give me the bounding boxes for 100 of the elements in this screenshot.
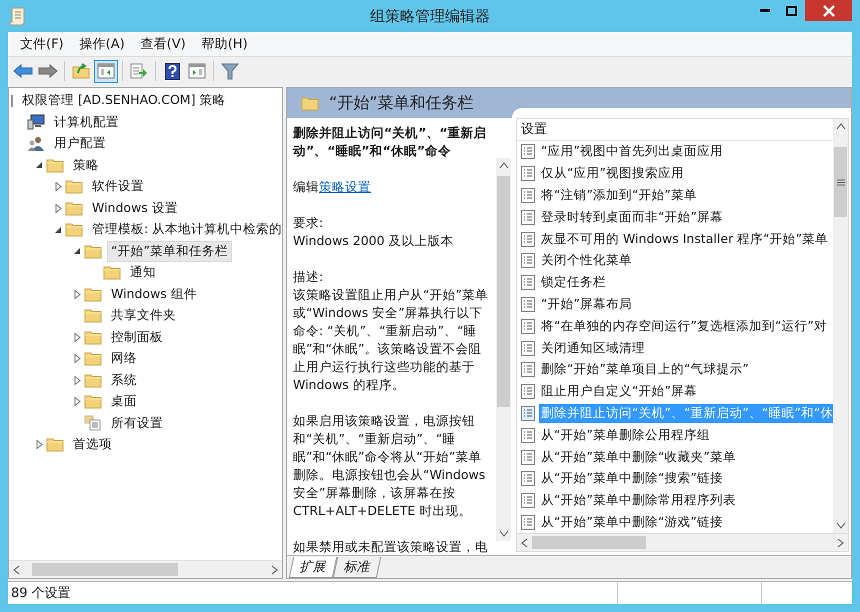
setting-item[interactable]: 从“开始”菜单中删除常用程序列表 xyxy=(539,491,738,510)
setting-icon xyxy=(521,188,535,203)
setting-item[interactable]: 将“在单独的内存空间运行”复选框添加到“运行”对 xyxy=(539,316,829,336)
column-header[interactable]: 设置 xyxy=(517,119,833,141)
tree-item[interactable]: Windows 设置 xyxy=(88,198,182,219)
folder-icon xyxy=(84,351,102,366)
vertical-scrollbar[interactable] xyxy=(496,158,511,541)
setting-item[interactable]: 从“开始”菜单中删除“收藏夹”菜单 xyxy=(539,448,738,467)
horizontal-scrollbar[interactable] xyxy=(516,534,849,552)
tree-pane-icon xyxy=(97,63,115,79)
grip-icon xyxy=(836,178,844,186)
folder-icon xyxy=(46,437,64,452)
setting-icon xyxy=(521,275,535,290)
collapsed-arrow-icon[interactable] xyxy=(74,290,80,299)
collapsed-arrow-icon[interactable] xyxy=(74,397,80,406)
collapsed-arrow-icon[interactable] xyxy=(74,354,80,364)
setting-item[interactable]: 锁定任务栏 xyxy=(539,273,608,292)
edit-policy-text: 编辑策略设置 xyxy=(293,178,372,196)
setting-item[interactable]: 登录时转到桌面而非“开始”屏幕 xyxy=(539,208,725,227)
description-paragraph: 如果禁用或未配置该策略设置，电 xyxy=(293,538,489,555)
export-list-icon xyxy=(130,63,148,79)
computer-icon xyxy=(27,114,45,130)
menu-item[interactable]: 文件(F) xyxy=(12,33,72,55)
description-paragraph: 如果启用该策略设置，电源按钮和“关机”、“重新启动”、“睡眠”和“休眠”命令将从“开始”菜单删除。电源按钮也会从“Windows 安全”屏幕删除，该屏幕在按 CTRL+ALT+DELETE 时出现。 xyxy=(293,412,486,520)
setting-icon xyxy=(521,210,535,225)
tab[interactable]: 标准 xyxy=(332,557,382,578)
setting-item[interactable]: 灰显不可用的 Windows Installer 程序“开始”菜单 xyxy=(539,230,830,249)
setting-icon xyxy=(521,471,535,486)
filter-icon xyxy=(221,62,239,80)
maximize-icon xyxy=(786,6,797,16)
setting-title: 删除并阻止访问“关机”、“重新启动”、“睡眠”和“休眠”命令 xyxy=(293,124,488,160)
close-icon xyxy=(822,4,834,16)
folder-icon xyxy=(84,394,102,410)
tree-item[interactable]: 桌面 xyxy=(107,391,141,412)
setting-item[interactable]: 关闭个性化菜单 xyxy=(539,251,634,270)
tree-item[interactable]: 所有设置 xyxy=(107,412,167,434)
setting-item[interactable]: “开始”屏幕布局 xyxy=(539,294,634,314)
expanded-arrow-icon[interactable] xyxy=(73,247,81,256)
window-title: 组策略管理编辑器 xyxy=(370,6,490,26)
setting-item[interactable]: 仅从“应用”视图搜索应用 xyxy=(539,164,686,184)
folder-icon xyxy=(84,372,102,388)
collapsed-arrow-icon[interactable] xyxy=(54,182,62,192)
setting-item[interactable]: 从“开始”菜单中删除“游戏”链接 xyxy=(539,512,725,532)
pane-title: “开始”菜单和任务栏 xyxy=(329,92,474,114)
tree-item[interactable]: 首选项 xyxy=(69,434,116,456)
close-button[interactable] xyxy=(805,0,852,21)
tree-item[interactable]: 策略 xyxy=(69,154,103,176)
collapsed-arrow-icon[interactable] xyxy=(36,440,42,450)
tab[interactable]: 扩展 xyxy=(288,557,338,578)
tree-item[interactable]: Windows 组件 xyxy=(107,284,201,305)
setting-icon xyxy=(521,296,535,312)
vertical-scrollbar[interactable] xyxy=(833,119,848,533)
tree-item[interactable]: 控制面板 xyxy=(107,326,167,348)
folder-icon xyxy=(84,308,102,324)
menu-item[interactable]: 操作(A) xyxy=(72,33,133,55)
tree-item[interactable]: 共享文件夹 xyxy=(107,305,180,326)
forward-arrow-icon xyxy=(38,64,58,78)
setting-item[interactable]: 将“注销”添加到“开始”菜单 xyxy=(539,186,699,205)
folder-icon xyxy=(65,200,83,216)
tree-item[interactable]: 管理模板: 从本地计算机中检索的 xyxy=(88,219,282,240)
setting-item[interactable]: 从“开始”菜单删除公用程序组 xyxy=(539,426,712,445)
setting-item[interactable]: “应用”视图中首先列出桌面应用 xyxy=(539,142,725,162)
minimize-icon xyxy=(760,9,770,12)
collapsed-arrow-icon[interactable] xyxy=(54,204,62,213)
requirements-text: Windows 2000 及以上版本 xyxy=(293,232,455,250)
setting-item[interactable]: 阻止用户自定义“开始”屏幕 xyxy=(539,382,699,402)
setting-item[interactable]: 关闭通知区域清理 xyxy=(539,338,647,358)
folder-icon xyxy=(84,330,102,345)
settings-list-icon xyxy=(84,415,102,432)
status-text: 89 个设置 xyxy=(10,585,72,602)
expanded-arrow-icon[interactable] xyxy=(54,226,62,234)
tree-item[interactable]: 用户配置 xyxy=(50,133,110,154)
setting-icon xyxy=(521,493,535,508)
tree-item[interactable]: “开始”菜单和任务栏 xyxy=(107,240,232,262)
menu-item[interactable]: 查看(V) xyxy=(132,33,194,55)
menu-item[interactable]: 帮助(H) xyxy=(194,33,256,55)
tree-item[interactable]: 网络 xyxy=(107,348,141,370)
folder-icon xyxy=(301,96,319,110)
folder-icon xyxy=(103,265,121,280)
setting-icon xyxy=(521,318,535,334)
help-icon xyxy=(164,62,180,80)
setting-icon xyxy=(521,428,535,443)
users-icon xyxy=(27,136,45,152)
setting-item[interactable]: 删除“开始”菜单项目上的“气球提示” xyxy=(539,360,751,380)
horizontal-scrollbar[interactable] xyxy=(9,560,282,578)
folder-icon xyxy=(65,222,83,238)
tree-item[interactable]: 权限管理 [AD.SENHAO.COM] 策略 xyxy=(18,90,230,112)
setting-icon xyxy=(521,362,535,378)
tree-item[interactable]: 软件设置 xyxy=(88,176,148,198)
tree-item[interactable]: 系统 xyxy=(107,370,141,391)
folder-icon xyxy=(46,158,64,173)
tree-item[interactable]: 通知 xyxy=(126,262,160,284)
setting-item[interactable]: 从“开始”菜单中删除“搜索”链接 xyxy=(539,469,725,488)
expanded-arrow-icon[interactable] xyxy=(35,161,43,170)
collapsed-arrow-icon[interactable] xyxy=(74,376,80,385)
folder-icon xyxy=(84,244,102,259)
policy-settings-link[interactable]: 策略设置 xyxy=(319,179,371,194)
collapsed-arrow-icon[interactable] xyxy=(74,332,80,342)
setting-icon xyxy=(521,166,535,182)
tree-item[interactable]: 计算机配置 xyxy=(50,112,123,133)
